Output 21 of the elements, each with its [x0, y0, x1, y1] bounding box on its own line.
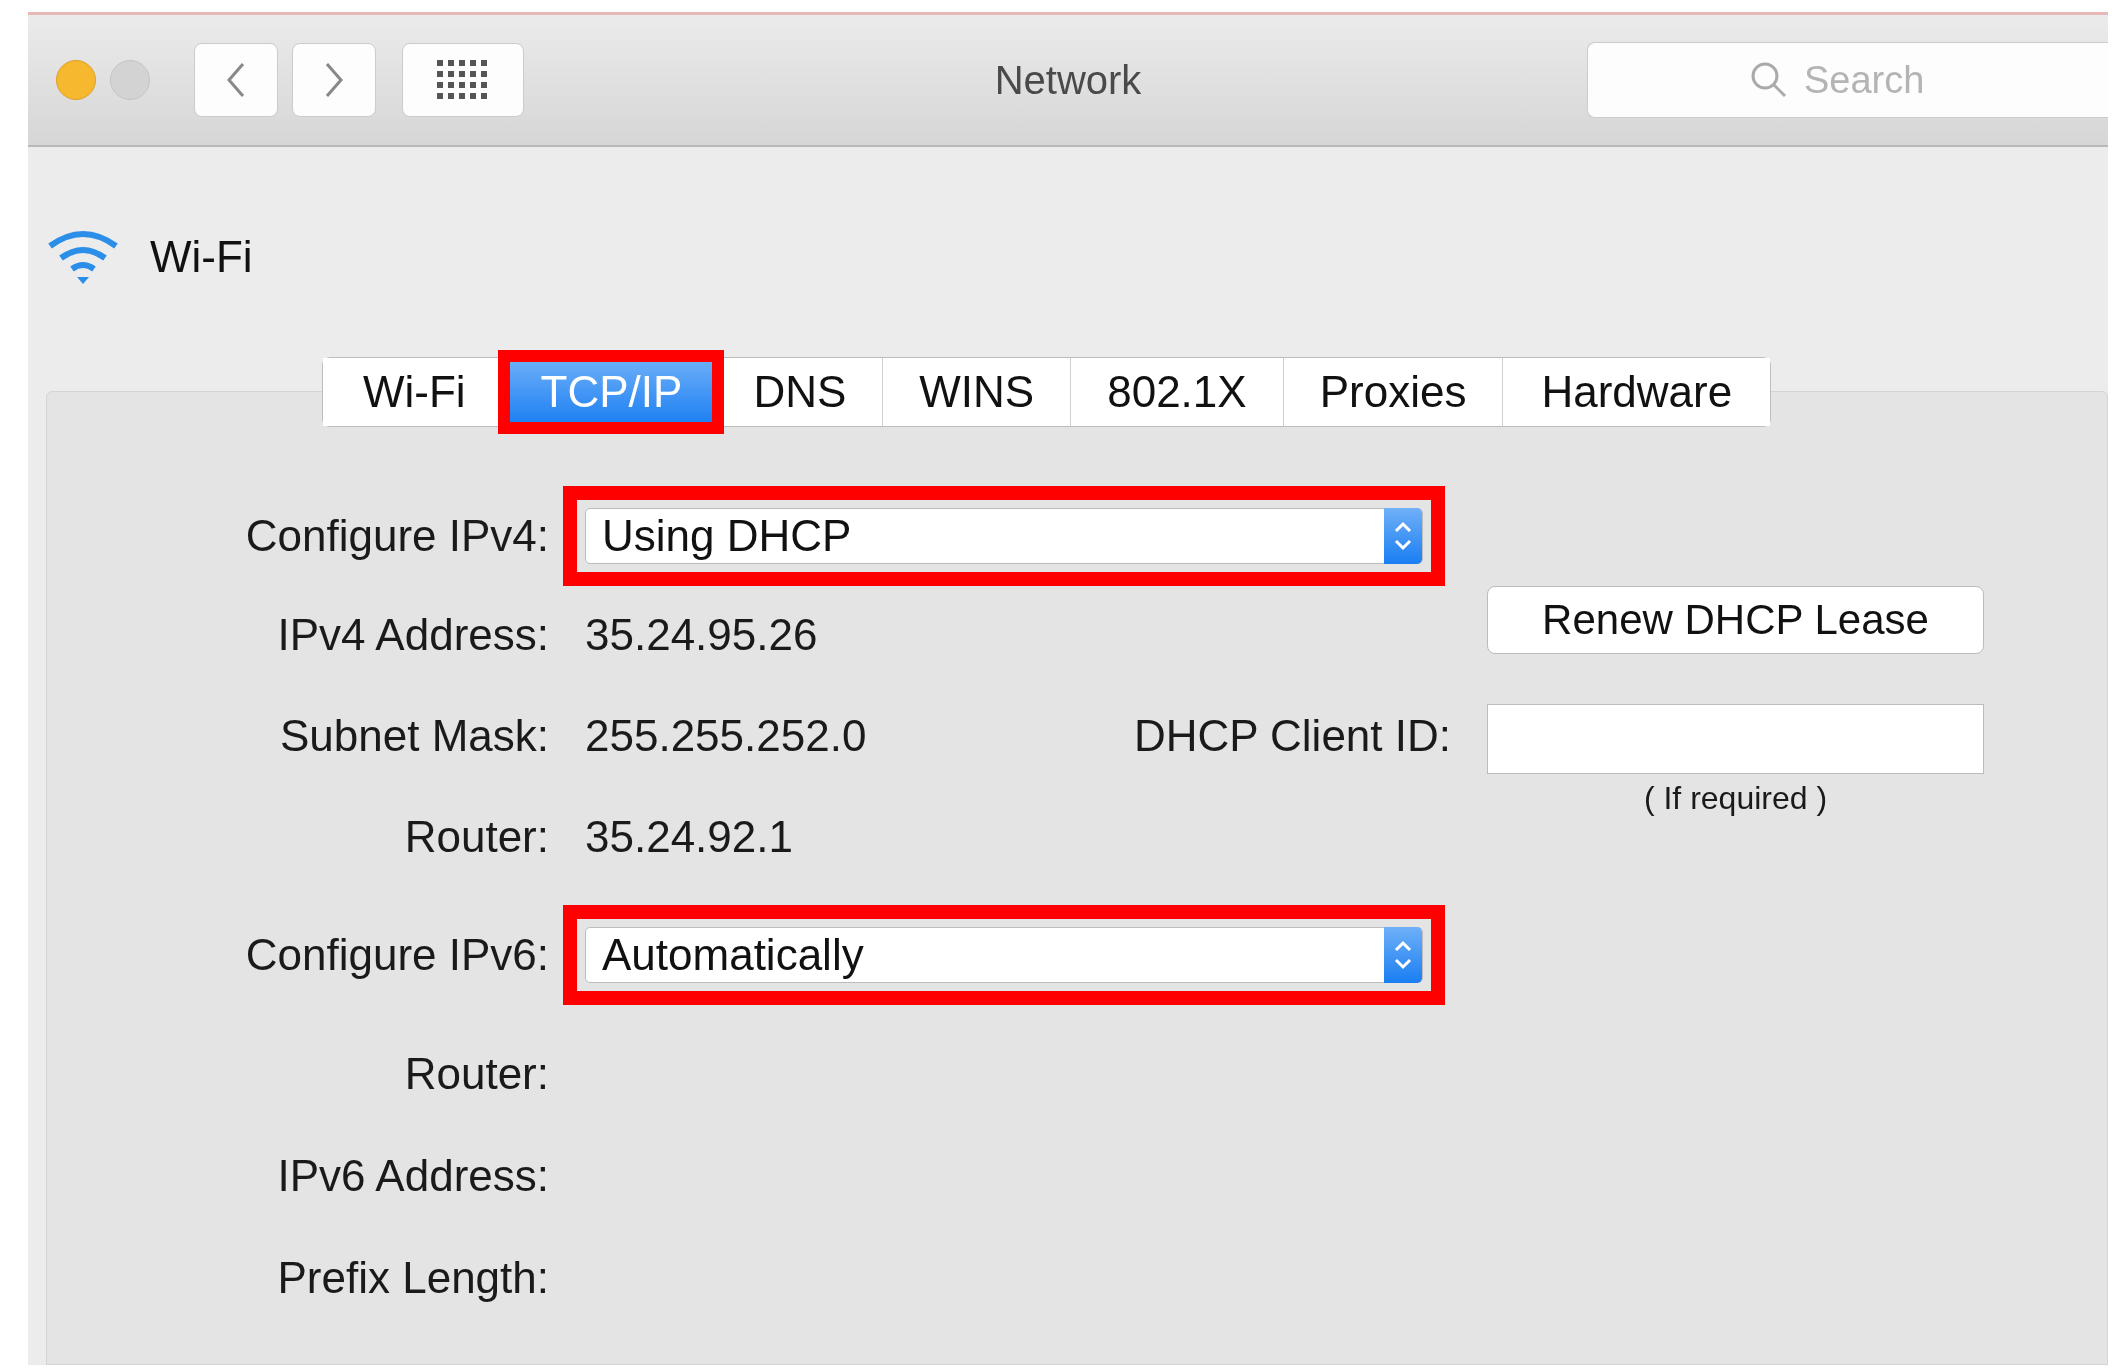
field-label: Prefix Length: — [277, 1253, 549, 1303]
field-label: Subnet Mask: — [279, 710, 549, 761]
service-name: Wi-Fi — [150, 232, 253, 282]
field-label: IPv4 Address: — [277, 609, 549, 660]
popup-menu[interactable]: Using DHCP — [585, 508, 1423, 564]
renew-lease-button[interactable]: Renew DHCP Lease — [1487, 585, 1984, 654]
field-label: Configure IPv4: — [245, 511, 549, 561]
field-label: Configure IPv6: — [245, 930, 549, 980]
field-value: 255.255.252.0 — [585, 710, 867, 761]
tab[interactable]: Hardware — [1502, 358, 1771, 426]
field-label: Router: — [404, 1049, 549, 1099]
search-input[interactable]: Search — [1802, 57, 1946, 103]
window-title: Network — [994, 57, 1142, 103]
field-label: IPv6 Address: — [277, 1151, 549, 1201]
search-field[interactable]: Search — [1587, 42, 2108, 118]
hint-text: ( If required ) — [1643, 780, 1828, 817]
field-label: DHCP Client ID: — [1133, 710, 1451, 761]
field-value: 35.24.95.26 — [585, 609, 818, 660]
field-label: Router: — [404, 811, 549, 862]
popup-menu[interactable]: Automatically — [585, 927, 1423, 983]
field-value: 35.24.92.1 — [585, 811, 793, 862]
